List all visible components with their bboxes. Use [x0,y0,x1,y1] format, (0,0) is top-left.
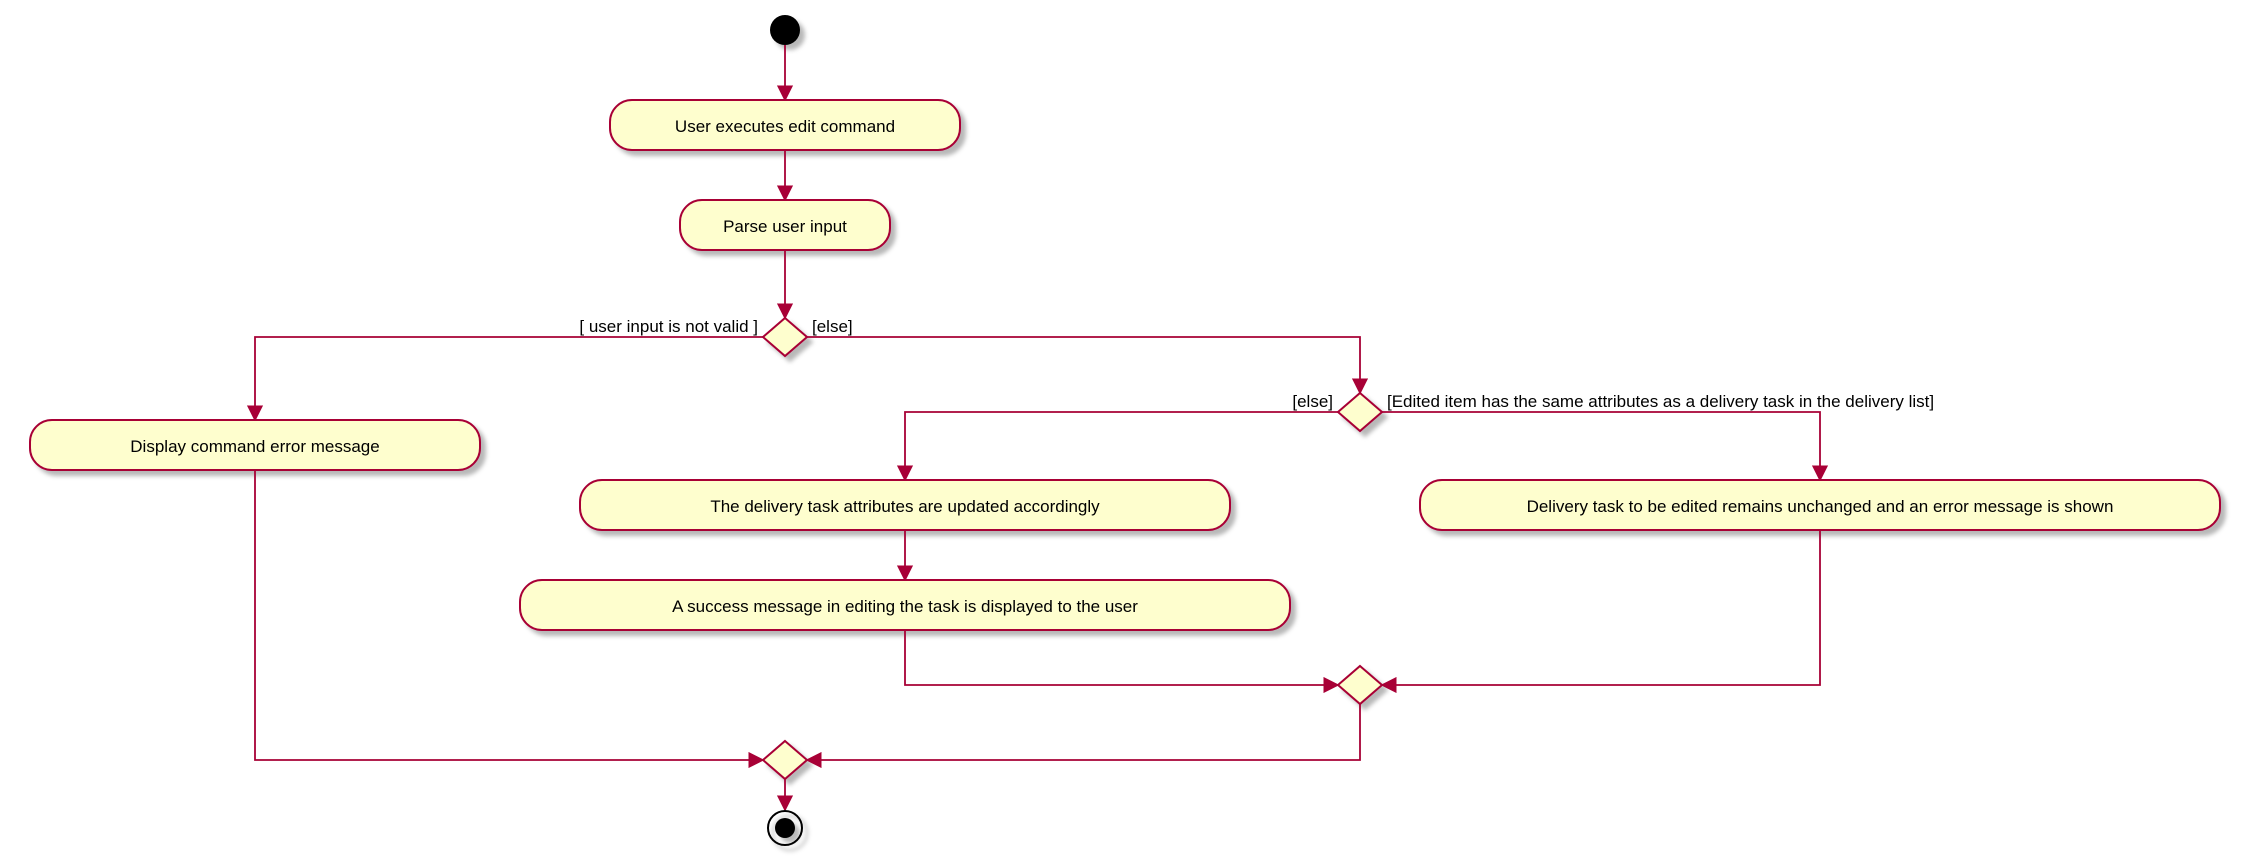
guard-else-outer: [else] [812,317,853,336]
decision-duplicate [1338,393,1382,431]
guard-same-attrs: [Edited item has the same attributes as … [1387,392,1934,411]
flow-m2-m1 [807,704,1360,760]
flow-a5-m2 [905,630,1338,685]
flow-d1-a3 [255,337,763,420]
flow-d1-d2 [807,337,1360,393]
merge-outer [763,741,807,779]
guard-else-inner: [else] [1292,392,1333,411]
flow-d2-a6 [1382,412,1820,480]
activity-update-attrs-label: The delivery task attributes are updated… [710,497,1100,516]
start-node-icon [770,15,800,45]
flow-d2-a4 [905,412,1338,480]
flow-a6-m2 [1382,530,1820,685]
activity-error-msg-label: Display command error message [130,437,379,456]
activity-diagram: User executes edit command Parse user in… [0,0,2263,865]
decision-valid-input [763,318,807,356]
activity-unchanged-error-label: Delivery task to be edited remains uncha… [1527,497,2114,516]
end-node-icon [768,811,802,845]
activity-parse-input-label: Parse user input [723,217,847,236]
merge-inner [1338,666,1382,704]
guard-invalid-input: [ user input is not valid ] [579,317,758,336]
activity-execute-edit-label: User executes edit command [675,117,895,136]
activity-success-msg-label: A success message in editing the task is… [672,597,1138,616]
